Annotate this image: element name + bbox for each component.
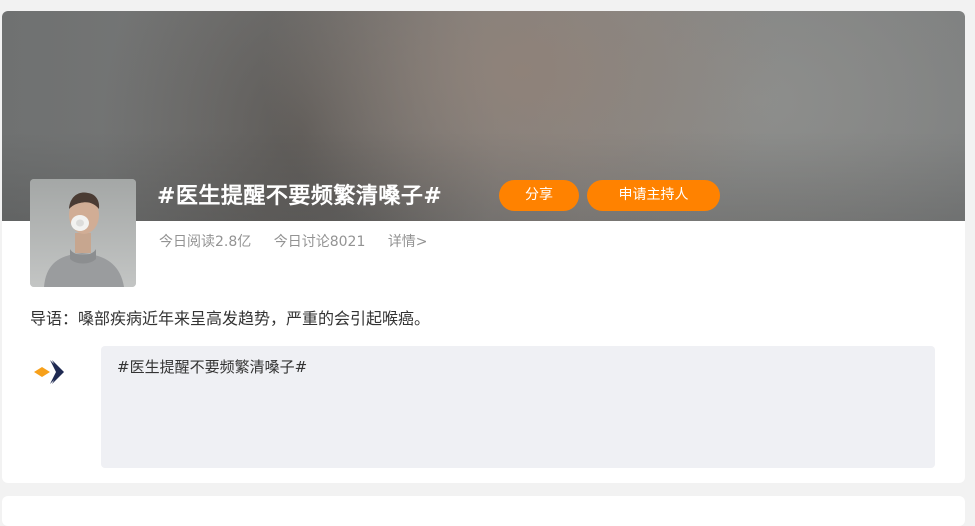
reads-count: 今日阅读2.8亿 bbox=[159, 234, 252, 250]
post-composer-input[interactable]: #医生提醒不要频繁清嗓子# bbox=[101, 346, 935, 468]
topic-avatar bbox=[30, 179, 136, 287]
topic-title: #医生提醒不要频繁清嗓子# bbox=[157, 184, 443, 209]
arrow-logo-icon bbox=[32, 352, 76, 392]
topic-card: #医生提醒不要频繁清嗓子# 分享 申请主持人 今日阅读2.8亿 今日讨论8021… bbox=[2, 11, 965, 483]
apply-host-button[interactable]: 申请主持人 bbox=[587, 180, 720, 211]
detail-link[interactable]: 详情> bbox=[388, 234, 428, 250]
topic-intro: 导语：嗓部疾病近年来呈高发趋势，严重的会引起喉癌。 bbox=[30, 309, 431, 328]
next-card bbox=[2, 496, 965, 526]
discussions-count: 今日讨论8021 bbox=[273, 234, 366, 250]
banner-shade bbox=[2, 131, 965, 221]
person-with-mask-photo bbox=[30, 179, 136, 287]
share-button[interactable]: 分享 bbox=[499, 180, 579, 211]
topic-stats: 今日阅读2.8亿 今日讨论8021 详情> bbox=[159, 231, 446, 251]
